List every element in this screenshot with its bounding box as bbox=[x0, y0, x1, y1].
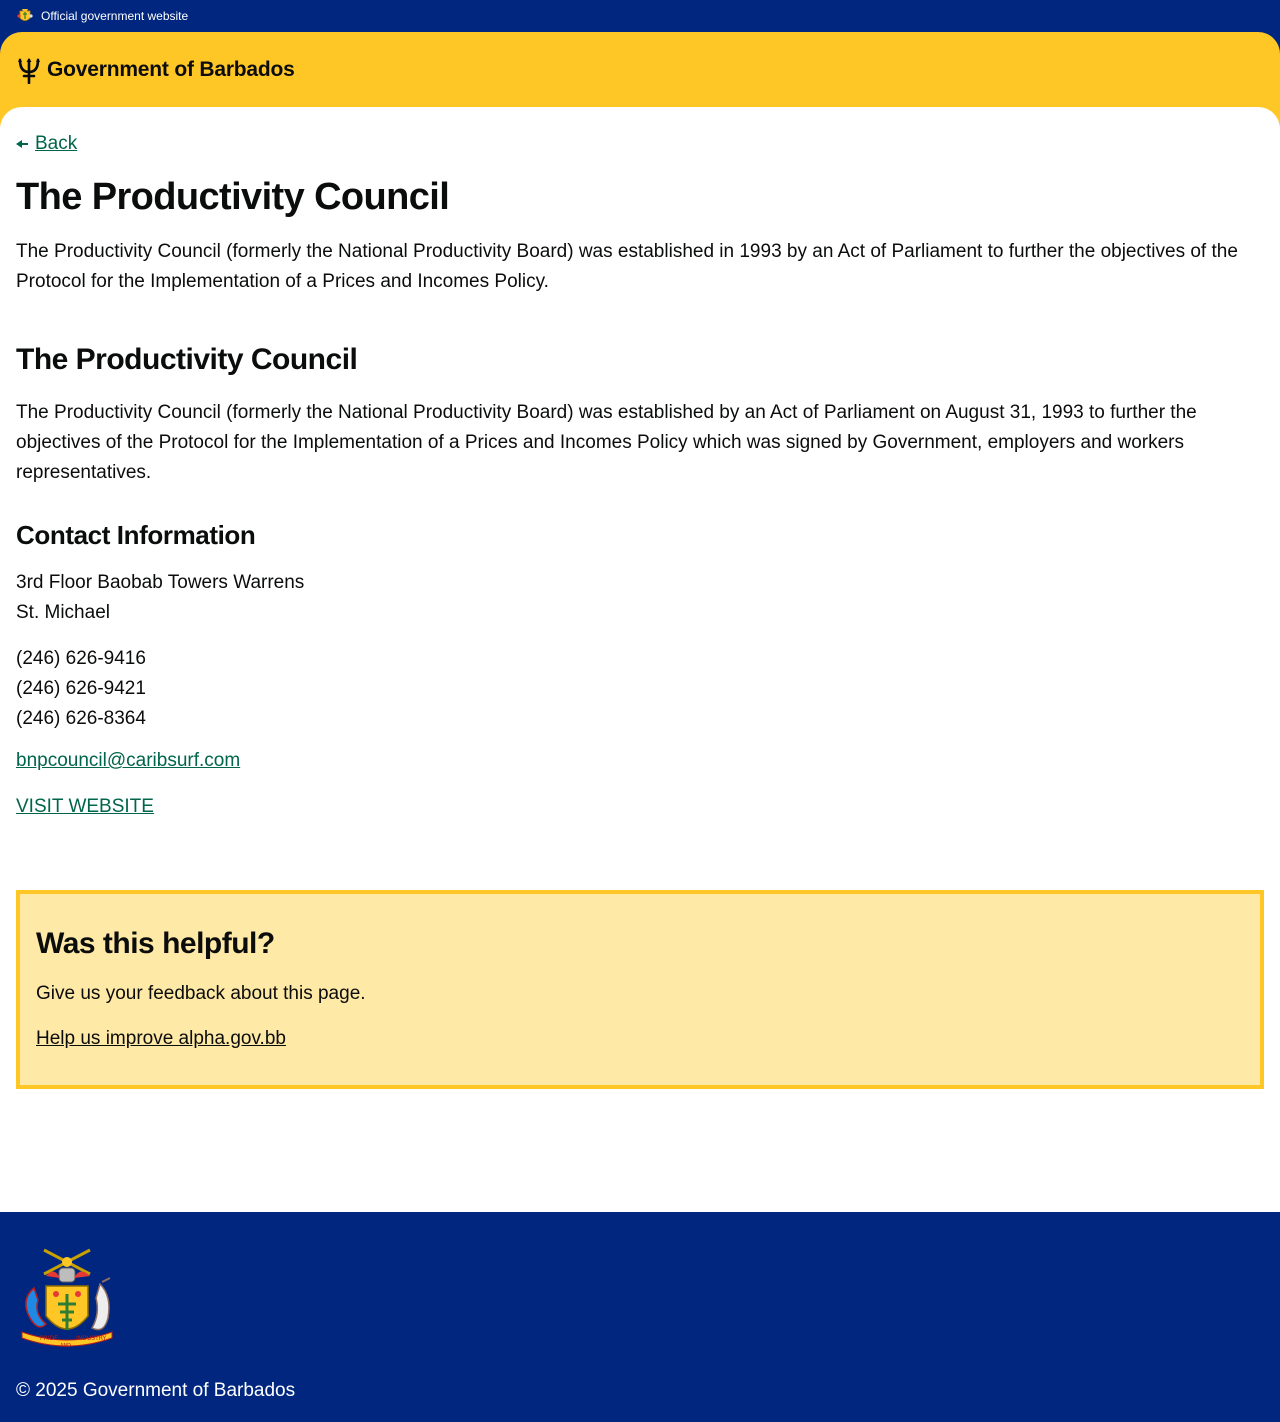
svg-text:PRIDE: PRIDE bbox=[40, 1335, 58, 1342]
contact-heading: Contact Information bbox=[16, 520, 256, 550]
visit-website-link[interactable]: VISIT WEBSITE bbox=[16, 796, 154, 818]
official-site-banner: Official government website bbox=[0, 0, 1280, 32]
official-site-label: Official government website bbox=[41, 9, 189, 23]
back-label: Back bbox=[35, 133, 78, 154]
arrow-left-icon bbox=[16, 139, 28, 149]
section-body: The Productivity Council (formerly the N… bbox=[16, 402, 1197, 483]
page-title: The Productivity Council bbox=[16, 176, 450, 218]
contact-phones: (246) 626-9416 (246) 626-9421 (246) 626-… bbox=[16, 644, 146, 734]
site-footer: PRIDE AND INDUSTRY © 2025 Government of … bbox=[0, 1212, 1280, 1422]
page-lead: The Productivity Council (formerly the N… bbox=[16, 241, 1238, 292]
phone-number: (246) 626-9416 bbox=[16, 648, 146, 669]
barbados-crest-icon bbox=[16, 7, 34, 25]
home-link[interactable]: Government of Barbados bbox=[16, 56, 295, 84]
feedback-heading: Was this helpful? bbox=[36, 927, 275, 960]
back-link[interactable]: Back bbox=[16, 133, 77, 155]
feedback-panel: Was this helpful? Give us your feedback … bbox=[16, 890, 1264, 1089]
svg-text:AND: AND bbox=[60, 1343, 71, 1349]
contact-address: 3rd Floor Baobab Towers Warrens St. Mich… bbox=[16, 568, 304, 628]
brand-name: Government of Barbados bbox=[47, 58, 295, 81]
feedback-text: Give us your feedback about this page. bbox=[36, 983, 366, 1004]
phone-number: (246) 626-9421 bbox=[16, 678, 146, 699]
address-line: 3rd Floor Baobab Towers Warrens bbox=[16, 572, 305, 593]
feedback-link[interactable]: Help us improve alpha.gov.bb bbox=[36, 1028, 286, 1050]
phone-number: (246) 626-8364 bbox=[16, 708, 146, 729]
address-line: St. Michael bbox=[16, 602, 110, 623]
main-content: Back The Productivity Council The Produc… bbox=[0, 107, 1280, 1212]
trident-icon bbox=[16, 56, 42, 84]
svg-text:INDUSTRY: INDUSTRY bbox=[76, 1335, 107, 1342]
coat-of-arms-icon: PRIDE AND INDUSTRY bbox=[16, 1244, 118, 1352]
section-heading: The Productivity Council bbox=[16, 343, 358, 376]
contact-email-link[interactable]: bnpcouncil@caribsurf.com bbox=[16, 750, 240, 772]
copyright-text: © 2025 Government of Barbados bbox=[16, 1380, 296, 1401]
